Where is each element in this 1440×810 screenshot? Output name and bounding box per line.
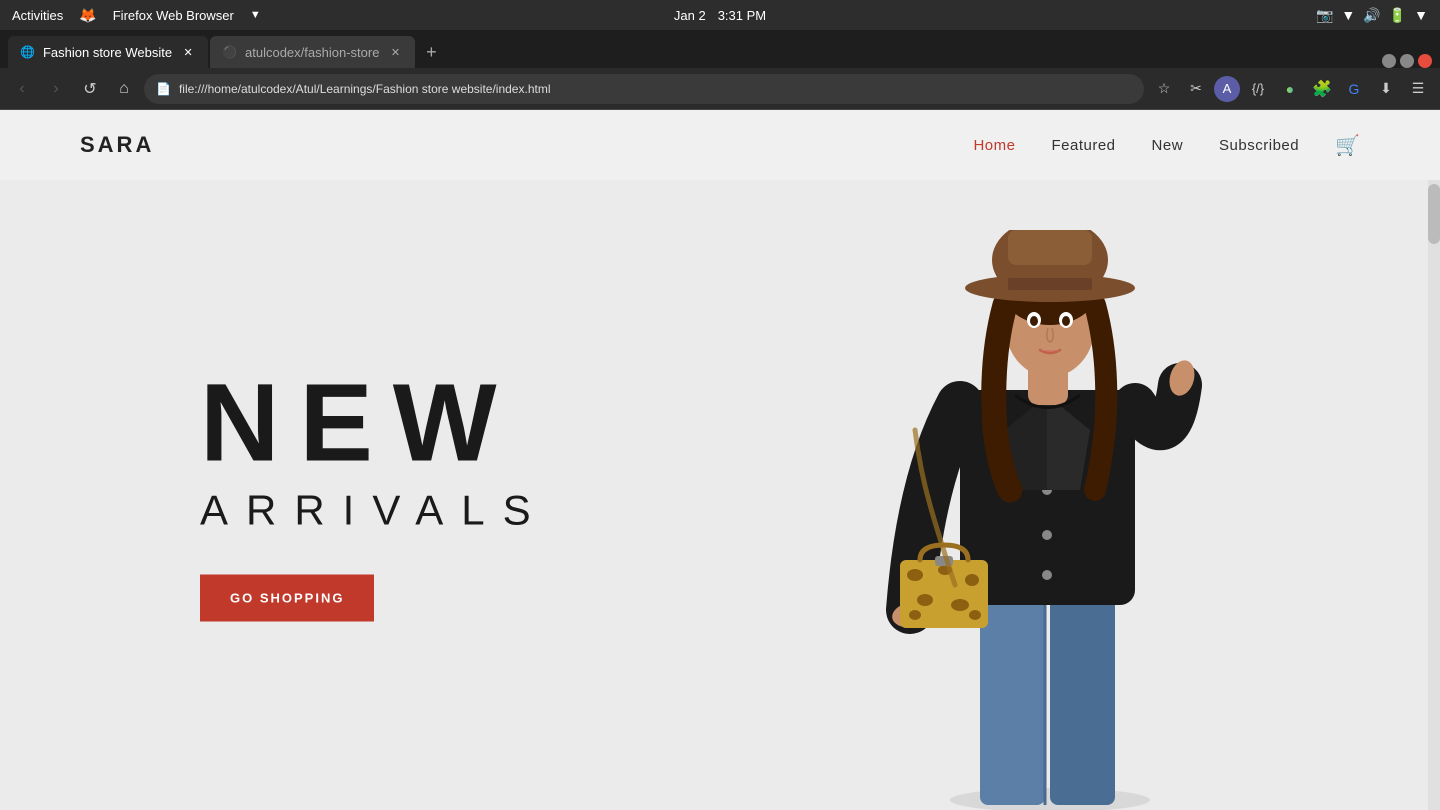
dropdown-arrow[interactable]: ▼ <box>250 9 261 21</box>
tab-favicon-2: ⚫ <box>222 45 237 59</box>
go-shopping-button[interactable]: GO SHOPPING <box>200 575 374 622</box>
site-nav-links: Home Featured New Subscribed 🛒 <box>973 133 1360 158</box>
forward-button[interactable]: › <box>42 75 70 103</box>
google-button[interactable]: G <box>1340 75 1368 103</box>
nav-link-subscribed[interactable]: Subscribed <box>1219 137 1299 154</box>
nav-link-home[interactable]: Home <box>973 137 1015 154</box>
tab-bar: 🌐 Fashion store Website ✕ ⚫ atulcodex/fa… <box>0 30 1440 68</box>
volume-icon[interactable]: 🔊 <box>1363 7 1380 24</box>
system-menu-icon[interactable]: ▼ <box>1414 7 1428 23</box>
nav-link-featured[interactable]: Featured <box>1051 137 1115 154</box>
url-lock-icon: 📄 <box>156 82 171 96</box>
scrollbar-thumb[interactable] <box>1428 184 1440 244</box>
hero-new-text: NEW <box>200 369 549 479</box>
url-bar[interactable]: 📄 file:///home/atulcodex/Atul/Learnings/… <box>144 74 1144 104</box>
minimize-button[interactable]: — <box>1382 54 1396 68</box>
site-logo: SARA <box>80 132 154 158</box>
os-bar: Activities 🦊 Firefox Web Browser ▼ Jan 2… <box>0 0 1440 30</box>
os-time: 3:31 PM <box>718 8 766 23</box>
tab-github[interactable]: ⚫ atulcodex/fashion-store ✕ <box>210 36 415 68</box>
tab-fashion-store[interactable]: 🌐 Fashion store Website ✕ <box>8 36 208 68</box>
firefox-sync-button[interactable]: ● <box>1276 75 1304 103</box>
back-button[interactable]: ‹ <box>8 75 36 103</box>
wifi-icon[interactable]: ▼ <box>1341 7 1355 23</box>
cart-icon[interactable]: 🛒 <box>1335 133 1360 158</box>
menu-button[interactable]: ☰ <box>1404 75 1432 103</box>
screenshot-button[interactable]: ✂ <box>1182 75 1210 103</box>
hero-section: NEW ARRIVALS GO SHOPPING <box>0 180 1440 810</box>
download-button[interactable]: ⬇ <box>1372 75 1400 103</box>
hero-arrivals-text: ARRIVALS <box>200 487 549 535</box>
reload-button[interactable]: ↺ <box>76 75 104 103</box>
os-bar-left: Activities 🦊 Firefox Web Browser ▼ <box>12 7 261 24</box>
close-button[interactable]: ✕ <box>1418 54 1432 68</box>
window-controls: — □ ✕ <box>1382 54 1432 68</box>
browser-label: Firefox Web Browser <box>113 8 234 23</box>
tab-close-1[interactable]: ✕ <box>180 44 196 60</box>
camera-icon[interactable]: 📷 <box>1316 7 1333 24</box>
extensions-button[interactable]: 🧩 <box>1308 75 1336 103</box>
tab-title-2: atulcodex/fashion-store <box>245 45 379 60</box>
os-date: Jan 2 <box>674 8 706 23</box>
account-button[interactable]: A <box>1214 76 1240 102</box>
firefox-logo: 🦊 <box>79 7 96 24</box>
battery-icon: 🔋 <box>1389 7 1406 24</box>
hero-text: NEW ARRIVALS GO SHOPPING <box>200 369 549 622</box>
new-tab-button[interactable]: + <box>417 38 445 66</box>
nav-tools: ☆ ✂ A {/} ● 🧩 G ⬇ ☰ <box>1150 75 1432 103</box>
hero-model-image <box>860 230 1240 810</box>
bookmark-button[interactable]: ☆ <box>1150 75 1178 103</box>
browser-chrome: 🌐 Fashion store Website ✕ ⚫ atulcodex/fa… <box>0 30 1440 110</box>
maximize-button[interactable]: □ <box>1400 54 1414 68</box>
url-text[interactable]: file:///home/atulcodex/Atul/Learnings/Fa… <box>179 82 551 96</box>
model-svg <box>860 230 1240 810</box>
scrollbar[interactable] <box>1428 180 1440 810</box>
site-navbar: SARA Home Featured New Subscribed 🛒 <box>0 110 1440 180</box>
dev-tools-button[interactable]: {/} <box>1244 75 1272 103</box>
nav-link-new[interactable]: New <box>1152 137 1184 154</box>
website-content: SARA Home Featured New Subscribed 🛒 NEW … <box>0 110 1440 810</box>
tab-close-2[interactable]: ✕ <box>387 44 403 60</box>
home-button[interactable]: ⌂ <box>110 75 138 103</box>
activities-label[interactable]: Activities <box>12 8 63 23</box>
os-bar-center: Jan 2 3:31 PM <box>674 8 766 23</box>
os-bar-right: 📷 ▼ 🔊 🔋 ▼ <box>1316 7 1428 24</box>
tab-title-1: Fashion store Website <box>43 45 172 60</box>
nav-bar: ‹ › ↺ ⌂ 📄 file:///home/atulcodex/Atul/Le… <box>0 68 1440 110</box>
tab-favicon-1: 🌐 <box>20 45 35 59</box>
